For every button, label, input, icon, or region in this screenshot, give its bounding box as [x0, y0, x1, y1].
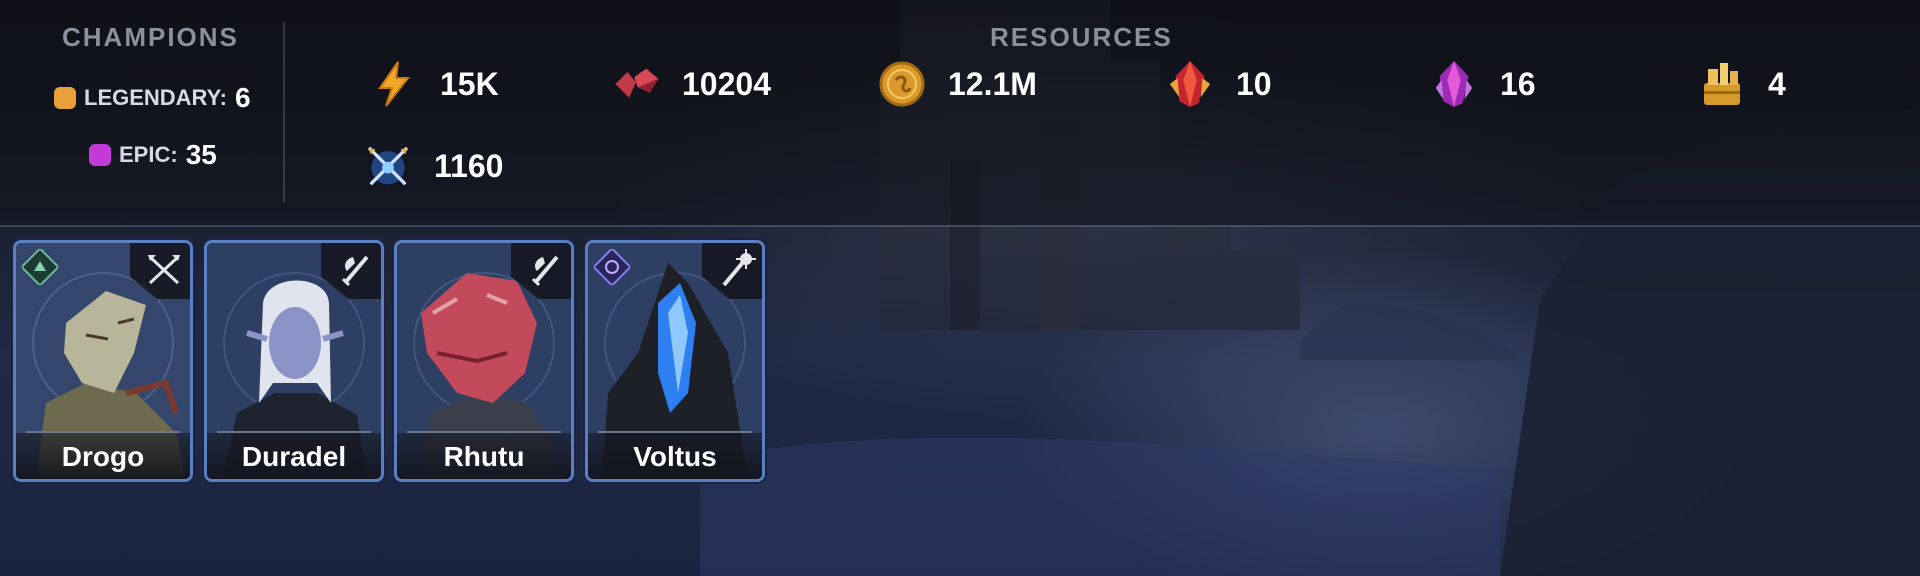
- sword-axe-icon: [341, 255, 369, 287]
- arena-tokens-value: 1160: [434, 147, 504, 184]
- header-divider: [0, 225, 1920, 227]
- champions-title: CHAMPIONS: [62, 22, 239, 52]
- legendary-value: 6: [235, 82, 251, 113]
- gems-value: 10204: [682, 65, 771, 102]
- champion-card-voltus[interactable]: Voltus: [585, 240, 765, 482]
- resource-arena-tokens: 1160: [364, 142, 503, 190]
- champion-name: Rhutu: [443, 441, 525, 472]
- champion-card-drogo[interactable]: Drogo: [13, 240, 193, 482]
- champion-name: Drogo: [61, 441, 145, 472]
- champion-name: Duradel: [241, 441, 347, 472]
- epic-dot-icon: [89, 144, 111, 166]
- silver-value: 12.1M: [948, 65, 1037, 102]
- legendary-label: LEGENDARY:: [84, 85, 227, 110]
- champion-card-rhutu[interactable]: Rhutu: [394, 240, 574, 482]
- crossbow-icon: [148, 255, 180, 285]
- resource-gems: 10204: [612, 60, 771, 108]
- ruby-gems-icon: [612, 60, 660, 108]
- sword-axe-icon: [531, 255, 559, 287]
- resources-title: RESOURCES: [990, 22, 1173, 52]
- silver-coin-icon: [878, 60, 926, 108]
- sacred-shard-icon: [1166, 60, 1214, 108]
- magic-affinity-icon: [594, 249, 630, 285]
- force-affinity-icon: [22, 249, 58, 285]
- section-divider: [283, 22, 285, 202]
- resource-energy: 15K: [370, 60, 499, 108]
- arena-tokens-icon: [364, 142, 412, 190]
- resource-silver: 12.1M: [878, 60, 1037, 108]
- champion-card-duradel[interactable]: Duradel: [204, 240, 384, 482]
- epic-label: EPIC:: [119, 142, 178, 167]
- staff-icon: [722, 249, 756, 287]
- void-shard-icon: [1430, 60, 1478, 108]
- resource-sacred-shards: 10: [1166, 60, 1272, 108]
- epic-count: EPIC: 35: [89, 139, 217, 171]
- champion-name: Voltus: [633, 441, 717, 472]
- void-shard-value: 16: [1500, 65, 1536, 102]
- gold-chest-icon: [1698, 60, 1746, 108]
- header-backdrop: [0, 0, 1920, 226]
- energy-bolt-icon: [370, 60, 418, 108]
- resource-gold-chest: 4: [1698, 60, 1786, 108]
- energy-value: 15K: [440, 65, 499, 102]
- resource-void-shards: 16: [1430, 60, 1536, 108]
- epic-value: 35: [185, 139, 217, 170]
- legendary-count: LEGENDARY: 6: [54, 82, 251, 114]
- gold-chest-value: 4: [1768, 65, 1786, 102]
- sacred-shard-value: 10: [1236, 65, 1272, 102]
- legendary-dot-icon: [54, 87, 76, 109]
